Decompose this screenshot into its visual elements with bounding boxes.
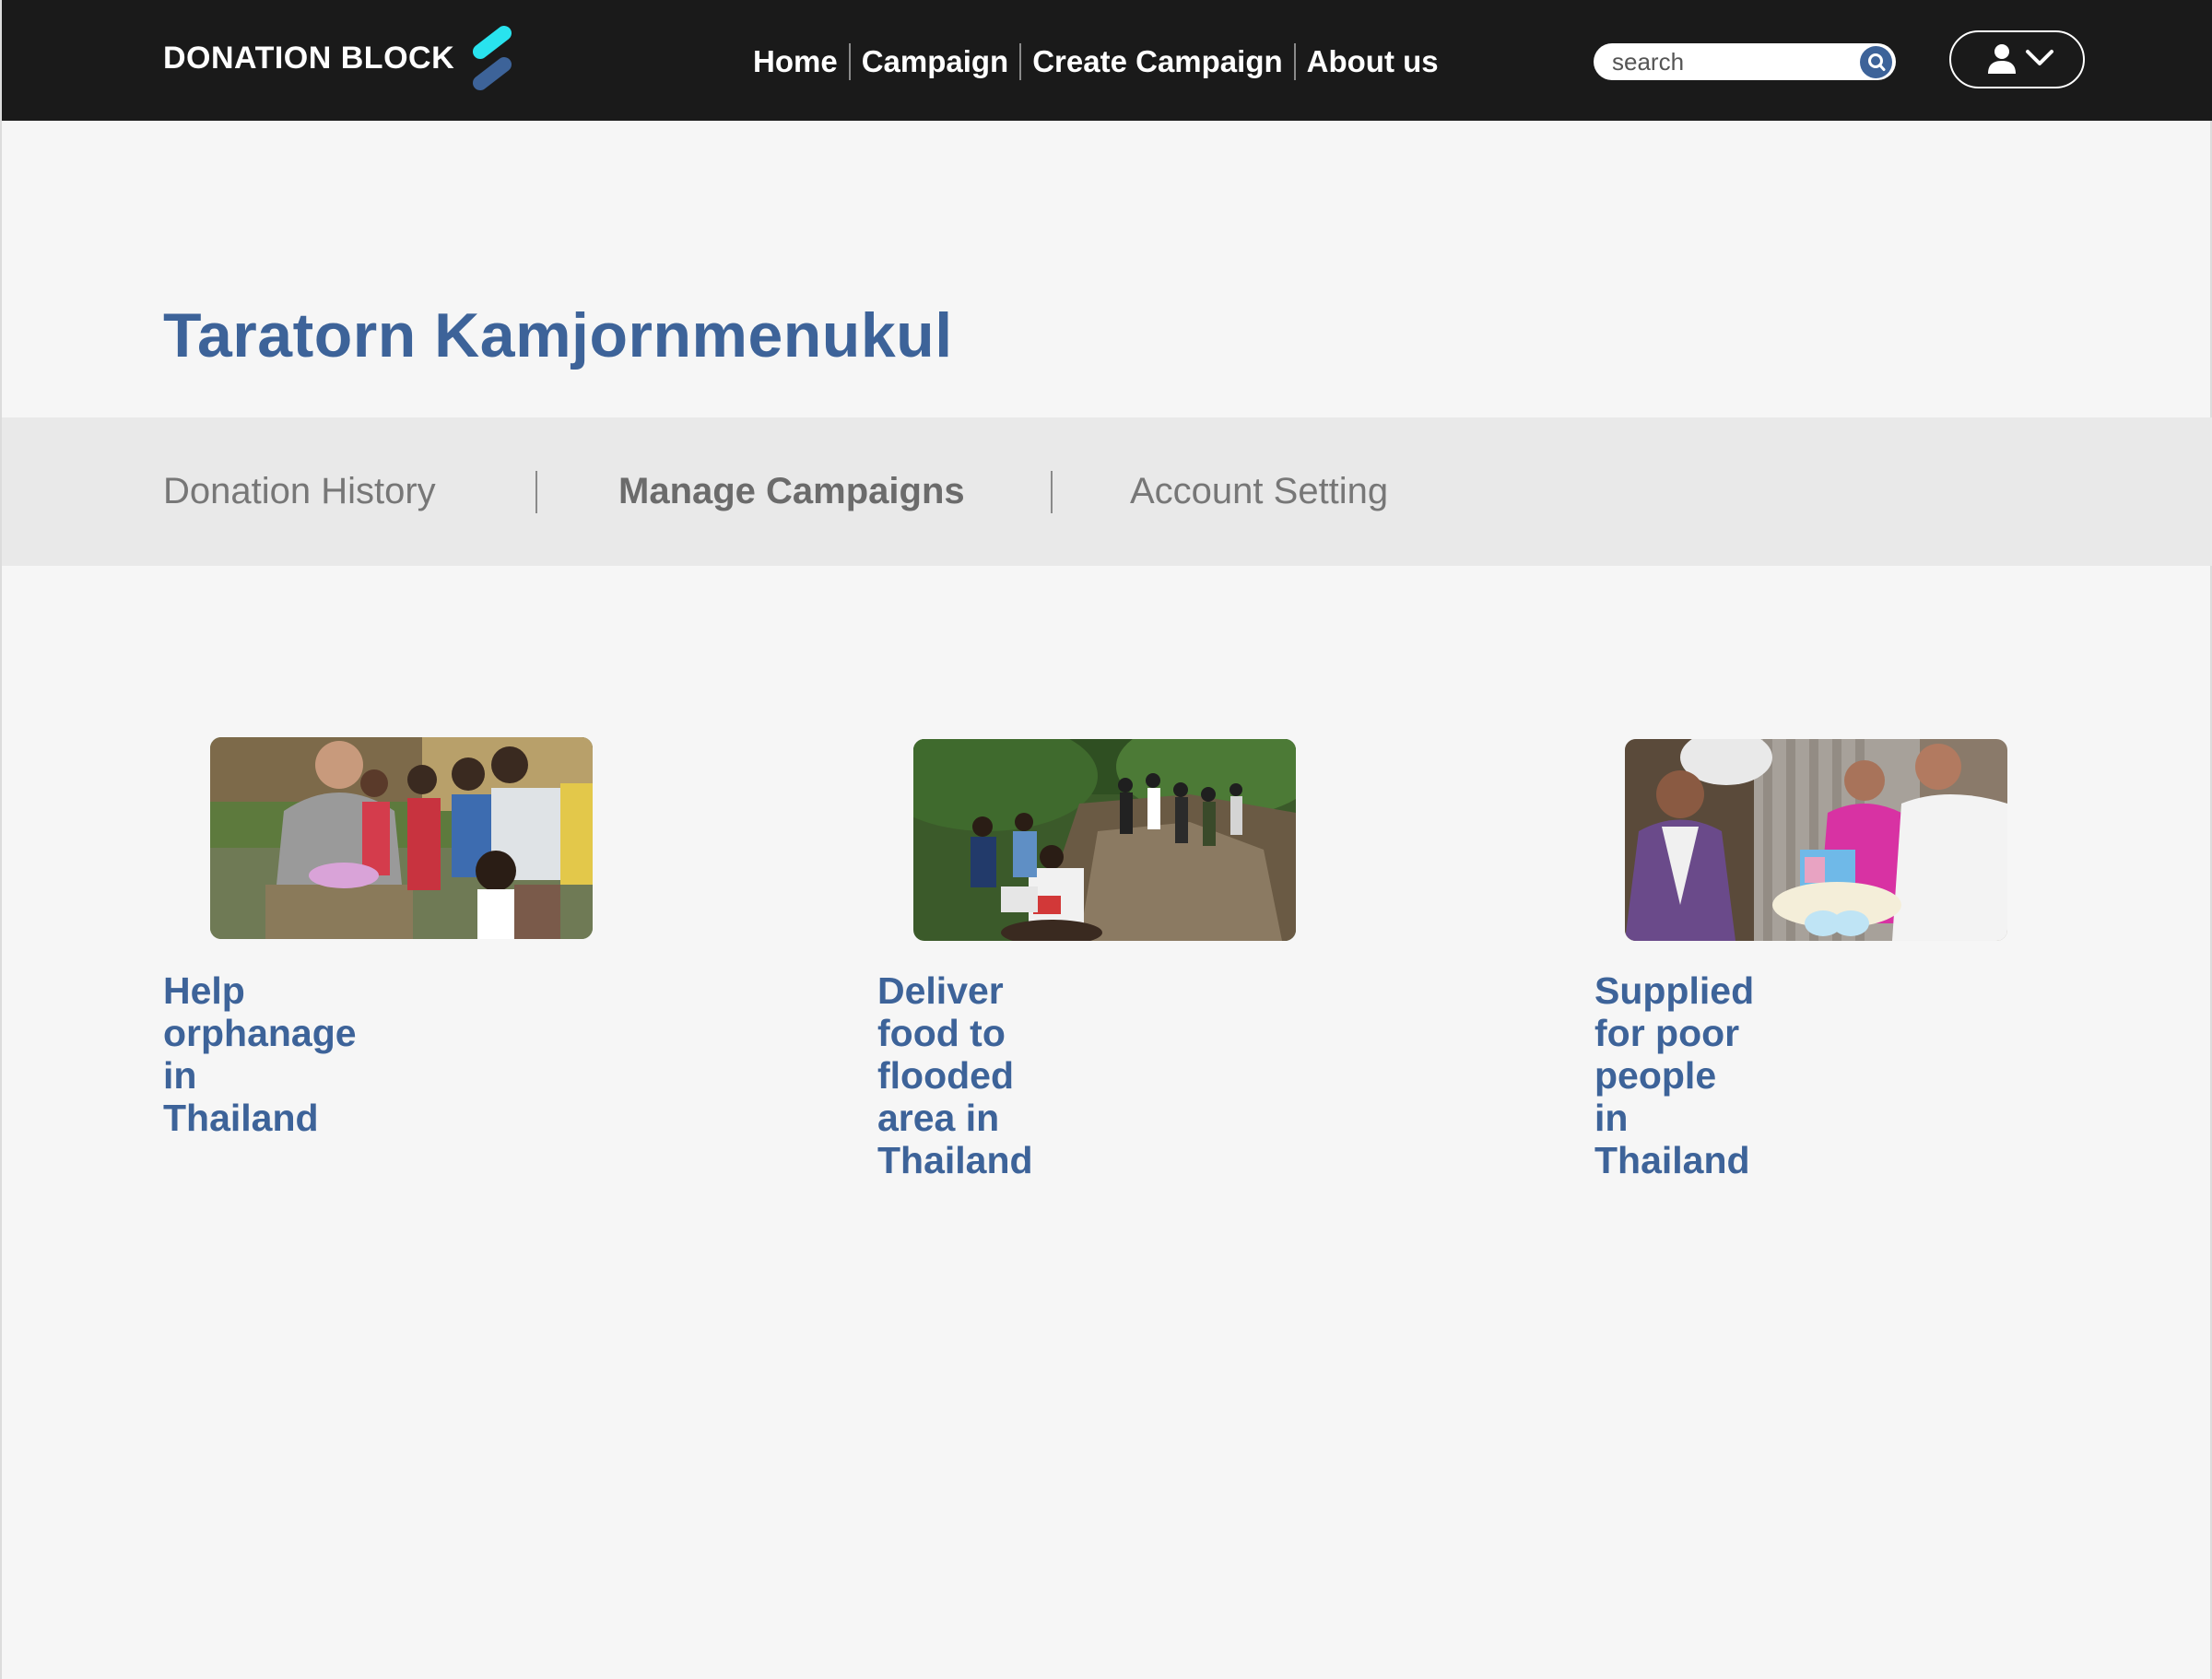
tab-manage-campaigns[interactable]: Manage Campaigns xyxy=(618,471,965,512)
user-icon xyxy=(1988,44,2016,74)
tab-account-setting[interactable]: Account Setting xyxy=(1130,471,1388,512)
campaign-image[interactable] xyxy=(913,739,1296,941)
nav-create-campaign[interactable]: Create Campaign xyxy=(1021,43,1293,80)
profile-tabs: Donation History Manage Campaigns Accoun… xyxy=(2,417,2212,566)
campaign-title-line[interactable]: Deliver food to flooded xyxy=(877,969,1033,1097)
campaign-title[interactable]: Supplied for poor people in Thailand xyxy=(1594,969,1754,1181)
campaign-title-line[interactable]: Supplied for poor people xyxy=(1594,969,1754,1097)
brand-name[interactable]: DONATION BLOCK xyxy=(163,41,454,76)
brand[interactable]: DONATION BLOCK xyxy=(163,26,512,90)
campaign-title-line[interactable]: area in Thailand xyxy=(877,1097,1033,1181)
campaign-image[interactable] xyxy=(210,737,593,939)
search-icon xyxy=(1868,53,1886,71)
nav-about-us[interactable]: About us xyxy=(1296,43,1450,80)
search-box xyxy=(1594,43,1896,80)
campaign-title[interactable]: Deliver food to flooded area in Thailand xyxy=(877,969,1033,1181)
supplies-photo xyxy=(1625,739,2007,941)
campaign-title[interactable]: Help orphanage in Thailand xyxy=(163,969,357,1139)
tab-donation-history[interactable]: Donation History xyxy=(163,471,436,512)
tab-divider xyxy=(1051,471,1053,513)
donation-block-logo-icon[interactable] xyxy=(467,24,523,94)
search-button[interactable] xyxy=(1860,46,1892,78)
page-title: Taratorn Kamjornmenukul xyxy=(163,300,953,370)
main-nav: Home Campaign Create Campaign About us xyxy=(753,41,1450,82)
campaign-title-line[interactable]: in Thailand xyxy=(1594,1097,1754,1181)
nav-home[interactable]: Home xyxy=(753,43,849,80)
search-input[interactable] xyxy=(1612,47,1852,76)
nav-campaign[interactable]: Campaign xyxy=(851,43,1020,80)
user-menu-button[interactable] xyxy=(1949,30,2085,88)
chevron-down-icon xyxy=(2026,50,2053,65)
orphanage-photo xyxy=(210,737,593,939)
top-navigation-bar: DONATION BLOCK Home Campaign Create Camp… xyxy=(2,0,2212,121)
campaign-image[interactable] xyxy=(1625,739,2007,941)
flood-delivery-photo xyxy=(913,739,1296,941)
tab-divider xyxy=(535,471,537,513)
